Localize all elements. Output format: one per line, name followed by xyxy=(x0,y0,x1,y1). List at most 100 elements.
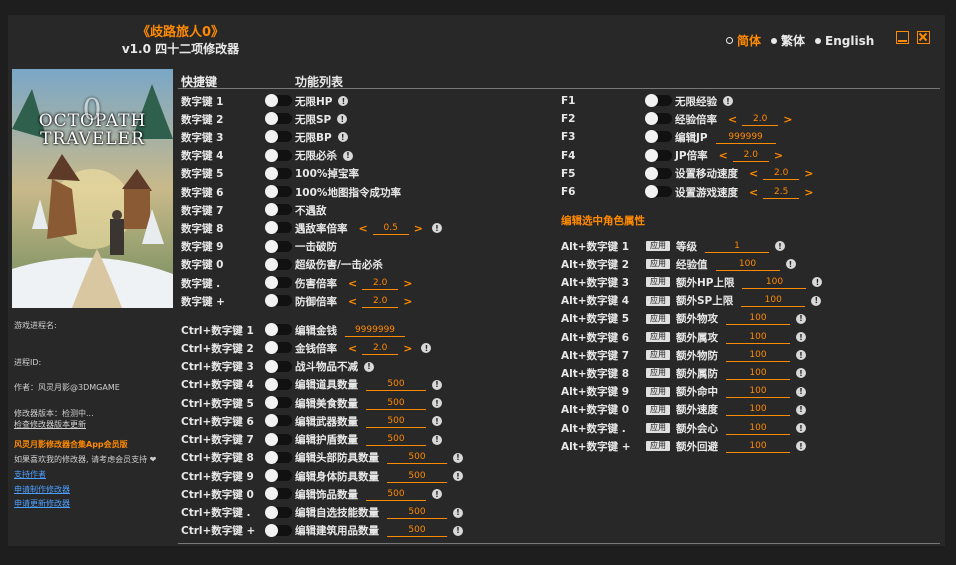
value-input[interactable]: 2.5 xyxy=(763,186,800,199)
value-input[interactable]: 2.0 xyxy=(742,113,779,126)
footer-divider xyxy=(178,543,940,544)
hotkey-label: F5 xyxy=(561,167,576,180)
value-input[interactable]: 2.0 xyxy=(732,149,769,163)
apply-button[interactable]: 应用 xyxy=(646,277,670,288)
toggle-switch[interactable] xyxy=(265,203,292,217)
info-icon[interactable]: ! xyxy=(796,332,806,342)
increase-arrow-icon[interactable]: > xyxy=(411,222,426,235)
cheat-label: 编辑JP xyxy=(675,131,708,144)
decrease-arrow-icon[interactable]: < xyxy=(746,186,761,199)
cheat-label: 额外会心 xyxy=(676,422,718,435)
value-input[interactable]: 100 xyxy=(726,331,790,344)
toggle-switch[interactable] xyxy=(645,166,672,180)
toggle-switch[interactable] xyxy=(265,505,292,519)
value-input[interactable]: 500 xyxy=(387,470,447,483)
value-input[interactable]: 0.5 xyxy=(372,222,409,235)
value-input[interactable]: 500 xyxy=(387,506,447,519)
toggle-switch[interactable] xyxy=(265,469,292,482)
cheat-function: 应用 额外属防 100! xyxy=(646,366,806,381)
info-icon[interactable]: ! xyxy=(796,350,806,361)
value-input[interactable]: 100 xyxy=(726,349,790,362)
info-icon[interactable]: ! xyxy=(796,423,806,433)
apply-button[interactable]: 应用 xyxy=(646,441,670,452)
apply-button[interactable]: 应用 xyxy=(646,386,670,397)
info-icon[interactable]: ! xyxy=(796,404,806,415)
value-input[interactable]: 100 xyxy=(715,258,780,271)
apply-button[interactable]: 应用 xyxy=(646,295,670,306)
apply-button[interactable]: 应用 xyxy=(646,332,670,342)
increase-arrow-icon[interactable]: > xyxy=(780,113,795,126)
apply-button[interactable]: 应用 xyxy=(646,350,670,361)
value-input[interactable]: 500 xyxy=(366,488,426,501)
info-icon[interactable]: ! xyxy=(453,471,463,481)
info-icon[interactable]: ! xyxy=(453,507,463,518)
info-icon[interactable]: ! xyxy=(723,96,733,106)
value-input[interactable]: 999999 xyxy=(715,131,776,144)
decrease-arrow-icon[interactable]: < xyxy=(725,113,740,126)
radio-icon xyxy=(815,37,822,44)
minimize-icon[interactable] xyxy=(896,31,909,44)
cheat-function: JP倍率 <2.0 > xyxy=(675,148,786,163)
lang-simplified[interactable]: 简体 xyxy=(726,32,761,49)
value-input[interactable]: 100 xyxy=(741,294,806,308)
increase-arrow-icon[interactable]: > xyxy=(801,186,816,199)
toggle-switch[interactable] xyxy=(645,148,672,162)
info-icon[interactable]: ! xyxy=(811,295,822,306)
value-input[interactable]: 1 xyxy=(705,240,769,253)
value-input[interactable]: 100 xyxy=(726,422,790,435)
lang-english[interactable]: English xyxy=(815,34,874,48)
value-input[interactable]: 500 xyxy=(387,524,447,538)
apply-button[interactable]: 应用 xyxy=(646,259,670,270)
info-icon[interactable]: ! xyxy=(432,489,442,500)
cheat-label: 额外速度 xyxy=(676,404,718,417)
toggle-switch[interactable] xyxy=(265,487,292,501)
info-icon[interactable]: ! xyxy=(796,441,806,452)
apply-button[interactable]: 应用 xyxy=(646,241,670,251)
info-icon[interactable]: ! xyxy=(453,525,463,536)
toggle-switch[interactable] xyxy=(645,112,672,126)
cheat-label: 不遇敌 xyxy=(295,204,327,217)
increase-arrow-icon[interactable]: > xyxy=(771,149,786,162)
hotkey-label: Ctrl+数字键 . xyxy=(181,507,251,519)
value-input[interactable]: 2.0 xyxy=(763,167,800,181)
info-icon[interactable]: ! xyxy=(796,313,806,324)
toggle-switch[interactable] xyxy=(645,130,672,144)
increase-arrow-icon[interactable]: > xyxy=(801,167,816,180)
apply-button[interactable]: 应用 xyxy=(646,368,670,379)
cheat-function: 遇敌率倍率 <0.5 >! xyxy=(295,221,442,236)
hotkey-label: Alt+数字键 7 xyxy=(561,349,630,362)
value-input[interactable]: 100 xyxy=(742,276,807,289)
decrease-arrow-icon[interactable]: < xyxy=(356,222,371,235)
value-input[interactable]: 100 xyxy=(726,367,790,380)
hotkey-label: F2 xyxy=(561,113,576,126)
close-icon[interactable] xyxy=(917,31,930,44)
cheat-function: 编辑JP 999999 xyxy=(675,130,776,145)
value-input[interactable]: 100 xyxy=(726,312,790,326)
decrease-arrow-icon[interactable]: < xyxy=(716,149,731,162)
decrease-arrow-icon[interactable]: < xyxy=(746,167,761,180)
info-icon[interactable]: ! xyxy=(775,241,785,251)
lang-traditional[interactable]: 繁体 xyxy=(771,32,805,49)
game-title: 《歧路旅人0》 xyxy=(136,25,225,40)
cheat-label: 额外属攻 xyxy=(676,331,718,344)
toggle-switch[interactable] xyxy=(265,221,292,235)
toggle-switch[interactable] xyxy=(265,523,292,537)
toggle-switch[interactable] xyxy=(645,185,672,198)
cheat-function: 应用 额外物攻 100! xyxy=(646,311,806,326)
info-icon[interactable]: ! xyxy=(431,223,442,234)
apply-button[interactable]: 应用 xyxy=(646,423,670,433)
info-icon[interactable]: ! xyxy=(796,368,806,379)
value-input[interactable]: 100 xyxy=(726,403,790,417)
hotkey-label: Alt+数字键 2 xyxy=(561,258,630,271)
value-input[interactable]: 100 xyxy=(726,385,790,399)
info-icon[interactable]: ! xyxy=(812,277,823,288)
cheat-row: Alt+数字键 9 应用 额外命中 100! xyxy=(0,384,956,400)
info-icon[interactable]: ! xyxy=(453,452,463,463)
toggle-switch[interactable] xyxy=(645,94,672,107)
info-icon[interactable]: ! xyxy=(785,259,796,270)
hotkey-label: Alt+数字键 9 xyxy=(561,386,630,399)
value-input[interactable]: 100 xyxy=(726,440,790,453)
apply-button[interactable]: 应用 xyxy=(646,404,670,415)
info-icon[interactable]: ! xyxy=(796,386,806,397)
apply-button[interactable]: 应用 xyxy=(646,313,670,324)
